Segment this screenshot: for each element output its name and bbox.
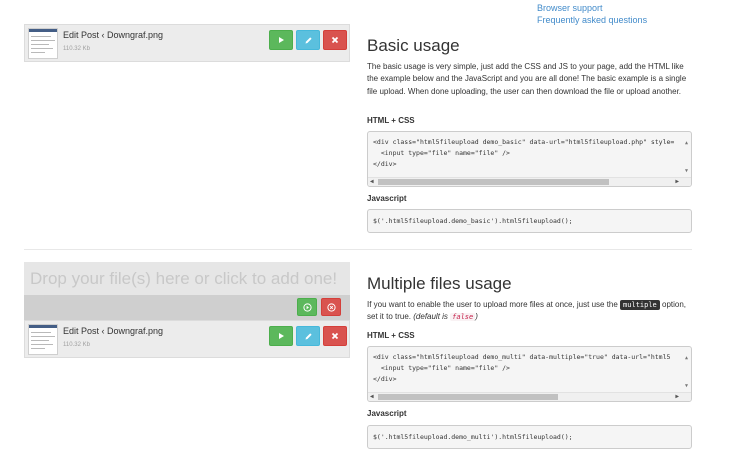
horizontal-scrollbar[interactable]: ◀ ▶ xyxy=(368,177,691,186)
circle-play-icon xyxy=(302,302,312,312)
multiple-usage-heading: Multiple files usage xyxy=(367,274,512,293)
multiple-js-label: Javascript xyxy=(367,409,407,418)
drop-zone-text: Drop your file(s) here or click to add o… xyxy=(30,269,338,288)
close-icon xyxy=(331,332,339,340)
basic-html-code-block[interactable]: <div class="html5fileupload demo_basic" … xyxy=(367,131,692,187)
scroll-down-arrow-icon[interactable]: ▼ xyxy=(685,383,688,389)
basic-js-code-block[interactable]: $('.html5fileupload.demo_basic').html5fi… xyxy=(367,209,692,233)
multiple-html-code: <div class="html5fileupload demo_multi" … xyxy=(373,353,671,383)
file-size: 110.32 Kb xyxy=(63,342,90,348)
multiple-html-label: HTML + CSS xyxy=(367,331,415,340)
edit-button[interactable] xyxy=(296,326,320,346)
basic-js-label: Javascript xyxy=(367,194,407,203)
scroll-up-arrow-icon[interactable]: ▲ xyxy=(685,140,688,146)
scroll-left-arrow-icon[interactable]: ◀ xyxy=(370,393,374,401)
basic-usage-heading: Basic usage xyxy=(367,36,460,55)
scroll-up-arrow-icon[interactable]: ▲ xyxy=(685,355,688,361)
default-value-code: false xyxy=(450,313,476,322)
upload-actions-bar xyxy=(24,295,350,320)
file-drop-zone[interactable]: Drop your file(s) here or click to add o… xyxy=(24,262,350,295)
cancel-all-button[interactable] xyxy=(321,298,341,316)
multiple-option-code: multiple xyxy=(620,300,660,310)
file-thumbnail xyxy=(28,324,58,355)
multiple-usage-description: If you want to enable the user to upload… xyxy=(367,299,692,324)
scroll-right-arrow-icon[interactable]: ▶ xyxy=(675,393,679,401)
basic-usage-description: The basic usage is very simple, just add… xyxy=(367,62,687,96)
horizontal-scrollbar[interactable]: ◀ ▶ xyxy=(368,392,691,401)
file-thumbnail xyxy=(28,28,58,59)
faq-link[interactable]: Frequently asked questions xyxy=(537,14,647,26)
play-icon xyxy=(279,37,284,43)
multiple-js-code: $('.html5fileupload.demo_multi').html5fi… xyxy=(373,433,573,441)
top-links: Browser support Frequently asked questio… xyxy=(537,2,647,26)
start-upload-button[interactable] xyxy=(269,326,293,346)
scrollbar-thumb[interactable] xyxy=(378,179,609,185)
scroll-left-arrow-icon[interactable]: ◀ xyxy=(370,178,374,186)
file-name: Edit Post ‹ Downgraf.png xyxy=(63,326,164,336)
default-note-end: ) xyxy=(475,312,478,322)
basic-html-code: <div class="html5fileupload demo_basic" … xyxy=(373,138,675,168)
basic-js-code: $('.html5fileupload.demo_basic').html5fi… xyxy=(373,217,573,225)
close-icon xyxy=(331,36,339,44)
default-note: (default is false) xyxy=(413,312,478,322)
scroll-down-arrow-icon[interactable]: ▼ xyxy=(685,168,688,174)
remove-button[interactable] xyxy=(323,30,347,50)
file-item: Edit Post ‹ Downgraf.png 110.32 Kb xyxy=(24,24,350,62)
start-all-button[interactable] xyxy=(297,298,317,316)
multiple-js-code-block[interactable]: $('.html5fileupload.demo_multi').html5fi… xyxy=(367,425,692,449)
file-size: 110.32 Kb xyxy=(63,46,90,52)
pencil-icon xyxy=(305,36,312,43)
scrollbar-thumb[interactable] xyxy=(378,394,558,400)
start-upload-button[interactable] xyxy=(269,30,293,50)
browser-support-link[interactable]: Browser support xyxy=(537,2,647,14)
circle-cancel-icon xyxy=(326,302,336,312)
pencil-icon xyxy=(305,332,312,339)
play-icon xyxy=(279,333,284,339)
file-name: Edit Post ‹ Downgraf.png xyxy=(63,30,164,40)
multiple-html-code-block[interactable]: <div class="html5fileupload demo_multi" … xyxy=(367,346,692,402)
basic-html-label: HTML + CSS xyxy=(367,116,415,125)
remove-button[interactable] xyxy=(323,326,347,346)
section-divider xyxy=(24,249,692,250)
scroll-right-arrow-icon[interactable]: ▶ xyxy=(675,178,679,186)
edit-button[interactable] xyxy=(296,30,320,50)
multiple-desc-text: If you want to enable the user to upload… xyxy=(367,300,621,309)
default-note-text: (default is xyxy=(413,312,451,322)
file-item: Edit Post ‹ Downgraf.png 110.32 Kb xyxy=(24,320,350,358)
